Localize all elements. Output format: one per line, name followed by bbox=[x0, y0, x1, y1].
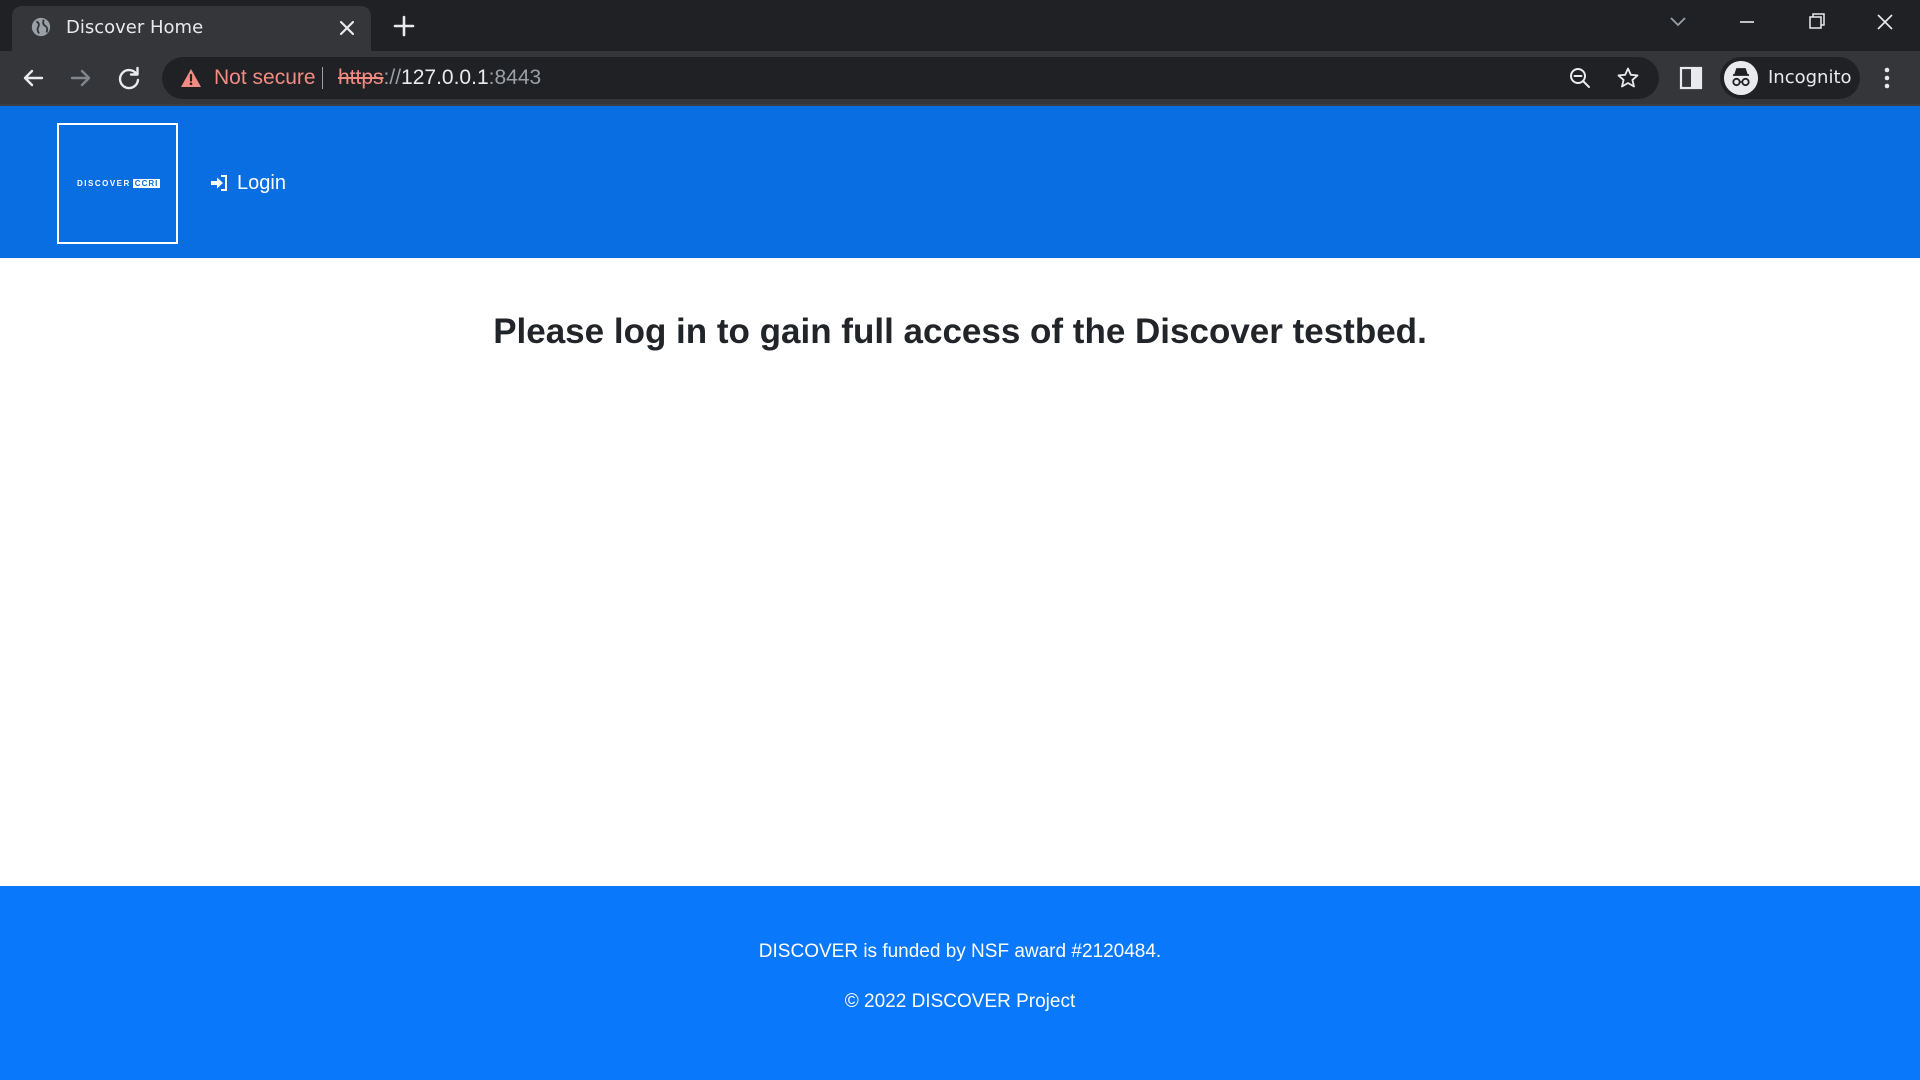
copyright-org: DISCOVER bbox=[911, 991, 1011, 1012]
discover-logo[interactable]: DISCOVER CCRI bbox=[57, 123, 178, 244]
globe-icon bbox=[31, 17, 51, 37]
close-tab-icon[interactable] bbox=[335, 16, 359, 40]
logo-text: DISCOVER bbox=[77, 179, 131, 188]
funding-suffix: . bbox=[1155, 941, 1162, 962]
address-bar[interactable]: Not secure https://127.0.0.1:8443 bbox=[162, 57, 1659, 99]
more-options-kebab-icon[interactable] bbox=[1875, 63, 1899, 93]
nsf-award-number: #2120484 bbox=[1071, 941, 1156, 962]
url-scheme: https bbox=[338, 66, 384, 89]
site-header: DISCOVER CCRI Login bbox=[0, 104, 1920, 258]
copyright-suffix: Project bbox=[1010, 991, 1076, 1012]
funding-prefix: DISCOVER is funded by NSF award bbox=[758, 941, 1072, 962]
login-label: Login bbox=[237, 172, 286, 194]
main-content: Please log in to gain full access of the… bbox=[0, 258, 1920, 888]
browser-tab-strip: Discover Home bbox=[0, 0, 1920, 51]
incognito-profile-chip[interactable]: Incognito bbox=[1720, 57, 1860, 99]
restore-window-icon[interactable] bbox=[1798, 8, 1834, 36]
address-divider bbox=[322, 67, 323, 89]
login-prompt-heading: Please log in to gain full access of the… bbox=[493, 312, 1427, 351]
incognito-label: Incognito bbox=[1768, 67, 1852, 88]
copyright-note: © 2022 DISCOVER Project bbox=[0, 990, 1920, 1014]
url-host: 127.0.0.1 bbox=[401, 66, 489, 89]
copyright-prefix: © 2022 bbox=[844, 991, 912, 1012]
logo-tag: CCRI bbox=[132, 179, 161, 188]
bookmark-star-icon[interactable] bbox=[1616, 66, 1640, 90]
site-footer: DISCOVER is funded by NSF award #2120484… bbox=[0, 886, 1920, 1080]
url-port: :8443 bbox=[488, 66, 542, 89]
minimize-window-icon[interactable] bbox=[1729, 8, 1765, 36]
warning-triangle-icon[interactable] bbox=[180, 67, 202, 89]
new-tab-plus-icon[interactable] bbox=[390, 12, 418, 40]
zoom-out-icon[interactable] bbox=[1568, 66, 1592, 90]
forward-arrow-icon[interactable] bbox=[64, 61, 98, 95]
url-text[interactable]: https://127.0.0.1:8443 bbox=[338, 66, 541, 90]
sign-in-icon bbox=[211, 175, 227, 191]
reload-icon[interactable] bbox=[112, 61, 146, 95]
url-separator: :// bbox=[383, 66, 402, 89]
close-window-icon[interactable] bbox=[1867, 8, 1903, 36]
web-page: DISCOVER CCRI Login Please log in to gain… bbox=[0, 104, 1920, 1080]
tab-search-chevron-icon[interactable] bbox=[1660, 8, 1696, 36]
back-arrow-icon[interactable] bbox=[16, 61, 50, 95]
incognito-icon bbox=[1724, 61, 1758, 95]
side-panel-icon[interactable] bbox=[1677, 64, 1705, 92]
funding-note: DISCOVER is funded by NSF award #2120484… bbox=[0, 940, 1920, 964]
browser-tab-discover-home[interactable]: Discover Home bbox=[12, 6, 371, 51]
login-link[interactable]: Login bbox=[209, 170, 286, 196]
not-secure-label[interactable]: Not secure bbox=[214, 66, 316, 90]
logo-wordmark: DISCOVER CCRI bbox=[77, 179, 161, 188]
tab-title: Discover Home bbox=[66, 17, 204, 38]
browser-toolbar: Not secure https://127.0.0.1:8443 Incogn… bbox=[0, 51, 1920, 104]
